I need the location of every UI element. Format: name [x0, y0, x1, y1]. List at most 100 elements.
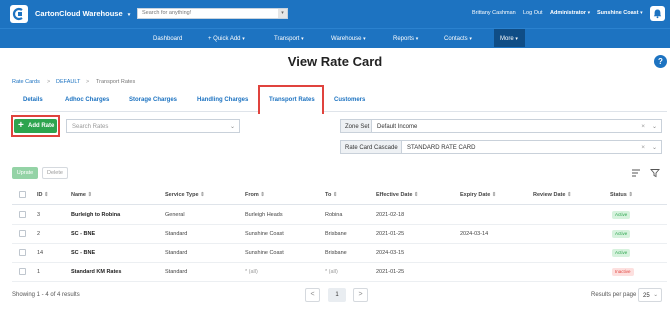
region-label: Sunshine Coast	[597, 10, 639, 16]
cascade-label: Rate Card Cascade	[340, 140, 402, 154]
tab-customers[interactable]: Customers	[334, 97, 365, 103]
cell-to: * (all)	[325, 269, 338, 275]
delete-button[interactable]: Delete	[42, 167, 68, 179]
cell-service-type: Standard	[165, 269, 188, 275]
prev-page-button[interactable]: <	[305, 288, 320, 302]
column-header-to-label: To	[325, 192, 332, 198]
role-menu[interactable]: Administrator ▾	[550, 10, 590, 16]
page-number[interactable]: 1	[328, 288, 346, 302]
chevron-down-icon[interactable]: ⌄	[230, 123, 235, 130]
tabs-divider	[12, 111, 667, 112]
chevron-down-icon: ⌄	[653, 292, 658, 298]
column-header-to[interactable]: To ⇕	[325, 192, 337, 198]
column-header-review-date[interactable]: Review Date ⇕	[533, 192, 572, 198]
region-menu[interactable]: Sunshine Coast ▾	[597, 10, 643, 16]
nav-quick-add-label: + Quick Add	[208, 36, 241, 42]
column-header-from[interactable]: From ⇕	[245, 192, 265, 198]
column-header-effective-date[interactable]: Effective Date ⇕	[376, 192, 419, 198]
cell-from: Burleigh Heads	[245, 212, 283, 218]
tab-handling-charges[interactable]: Handling Charges	[197, 97, 248, 103]
row-divider	[12, 224, 667, 225]
cascade-label-text: Rate Card Cascade	[345, 145, 398, 151]
global-search-input[interactable]: Search for anything! ▾	[137, 8, 288, 19]
chevron-down-icon: ▾	[587, 10, 591, 16]
sort-arrows-icon: ⇕	[628, 192, 633, 198]
status-badge: Active	[612, 230, 631, 238]
column-header-name[interactable]: Name ⇕	[71, 192, 92, 198]
tab-storage-charges[interactable]: Storage Charges	[129, 97, 177, 103]
tab-transport-rates[interactable]: Transport Rates	[269, 97, 315, 103]
breadcrumb-default[interactable]: DEFAULT	[56, 79, 80, 85]
nav-reports[interactable]: Reports ▾	[393, 36, 418, 42]
uprate-button[interactable]: Uprate	[12, 167, 38, 179]
help-button[interactable]: ?	[654, 55, 667, 68]
add-rate-button[interactable]: + Add Rate	[14, 119, 57, 133]
cell-to: Robina	[325, 212, 343, 218]
cell-name[interactable]: Standard KM Rates	[71, 269, 121, 275]
plus-icon: +	[18, 120, 24, 131]
cell-effective-date: 2024-03-15	[376, 250, 405, 256]
clear-icon[interactable]: ×	[641, 144, 645, 151]
row-checkbox[interactable]	[19, 230, 26, 237]
nav-quick-add[interactable]: + Quick Add ▾	[208, 36, 245, 42]
chevron-left-icon: <	[310, 291, 315, 298]
column-header-service-type[interactable]: Service Type ⇕	[165, 192, 205, 198]
chevron-down-icon[interactable]: ⌄	[652, 123, 657, 130]
column-header-expiry-date-label: Expiry Date	[460, 192, 491, 198]
row-checkbox[interactable]	[19, 211, 26, 218]
nav-transport[interactable]: Transport ▾	[274, 36, 304, 42]
cell-name[interactable]: Burleigh to Robina	[71, 212, 120, 218]
tab-details[interactable]: Details	[23, 97, 43, 103]
cell-service-type: Standard	[165, 250, 188, 256]
next-page-button[interactable]: >	[353, 288, 368, 302]
column-header-from-label: From	[245, 192, 259, 198]
column-header-id[interactable]: ID ⇕	[37, 192, 49, 198]
column-header-expiry-date[interactable]: Expiry Date ⇕	[460, 192, 496, 198]
table-header-divider	[12, 204, 667, 205]
app-switcher[interactable]: CartonCloud Warehouse ▾	[35, 9, 130, 18]
cell-name[interactable]: SC - BNE	[71, 231, 95, 237]
cell-from: Sunshine Coast	[245, 250, 284, 256]
bell-icon	[653, 9, 662, 19]
column-header-review-date-label: Review Date	[533, 192, 566, 198]
sort-icon[interactable]	[631, 168, 641, 178]
sort-arrows-icon: ⇕	[200, 192, 205, 198]
logout-link[interactable]: Log Out	[523, 10, 543, 16]
user-name[interactable]: Brittany Cashman	[472, 10, 516, 16]
breadcrumb-rate-cards[interactable]: Rate Cards	[12, 79, 40, 85]
filter-icon[interactable]	[650, 168, 660, 178]
results-per-page-select[interactable]: 25 ⌄	[638, 288, 662, 302]
cell-expiry-date: 2024-03-14	[460, 231, 489, 237]
rate-card-cascade-select[interactable]: STANDARD RATE CARD × ⌄	[401, 140, 662, 154]
cascade-value: STANDARD RATE CARD	[407, 145, 476, 151]
row-checkbox[interactable]	[19, 268, 26, 275]
search-rates-input[interactable]: Search Rates ⌄	[66, 119, 240, 133]
row-divider	[12, 262, 667, 263]
nav-warehouse[interactable]: Warehouse ▾	[331, 36, 366, 42]
cell-name[interactable]: SC - BNE	[71, 250, 95, 256]
zone-set-select[interactable]: Default Income × ⌄	[371, 119, 662, 133]
cell-from: Sunshine Coast	[245, 231, 284, 237]
cell-effective-date: 2021-02-18	[376, 212, 405, 218]
chevron-down-icon[interactable]: ▾	[278, 9, 287, 18]
tab-adhoc-charges[interactable]: Adhoc Charges	[65, 97, 109, 103]
sort-arrows-icon: ⇕	[566, 192, 572, 198]
chevron-down-icon: ▾	[415, 36, 419, 42]
nav-dashboard[interactable]: Dashboard	[153, 36, 182, 42]
cartoncloud-logo-icon[interactable]	[10, 5, 28, 23]
status-badge: Active	[612, 211, 631, 219]
notifications-button[interactable]	[650, 6, 665, 21]
sort-arrows-icon: ⇕	[44, 192, 49, 198]
zone-set-label-text: Zone Set	[345, 124, 370, 130]
sort-arrows-icon: ⇕	[87, 192, 93, 198]
app-name: CartonCloud Warehouse	[35, 9, 123, 18]
chevron-down-icon[interactable]: ⌄	[652, 144, 657, 151]
clear-icon[interactable]: ×	[641, 123, 645, 130]
breadcrumb-separator: >	[86, 79, 90, 85]
nav-contacts[interactable]: Contacts ▾	[444, 36, 472, 42]
select-all-checkbox[interactable]	[19, 191, 26, 198]
nav-more[interactable]: More ▾	[500, 36, 518, 42]
row-checkbox[interactable]	[19, 249, 26, 256]
add-rate-label: Add Rate	[28, 123, 55, 129]
column-header-status[interactable]: Status ⇕	[610, 192, 633, 198]
